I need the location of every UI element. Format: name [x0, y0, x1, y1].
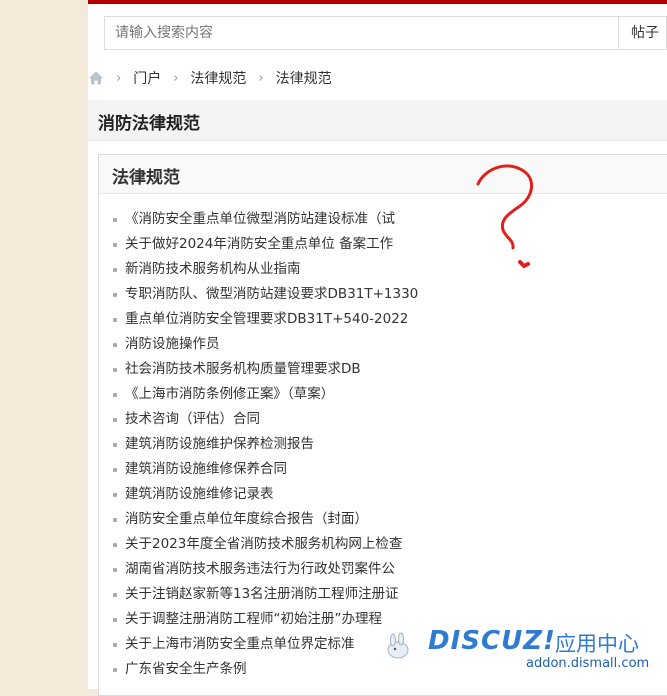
article-link[interactable]: 建筑消防设施维护保养检测报告 — [113, 432, 418, 457]
search-input[interactable] — [104, 16, 618, 50]
page-title: 消防法律规范 — [98, 114, 200, 134]
article-link[interactable]: 关于做好2024年消防安全重点单位 备案工作 — [113, 232, 418, 257]
watermark-url: addon.dismall.com — [526, 656, 650, 671]
article-link[interactable]: 技术咨询（评估）合同 — [113, 407, 418, 432]
main-page: 帖子 › 门户 › 法律规范 › 法律规范 消防法律规范 法律规范 《消防安全重… — [88, 4, 667, 696]
watermark-brand: DISCUZ! — [428, 626, 556, 656]
article-link[interactable]: 社会消防技术服务机构质量管理要求DB — [113, 357, 418, 382]
watermark-label: 应用中心 — [555, 632, 639, 656]
article-link[interactable]: 《消防安全重点单位微型消防站建设标准（试 — [113, 207, 418, 232]
breadcrumb-law-category[interactable]: 法律规范 — [190, 68, 246, 88]
article-list: 《消防安全重点单位微型消防站建设标准（试 关于做好2024年消防安全重点单位 备… — [113, 207, 418, 682]
breadcrumb-separator: › — [173, 70, 179, 86]
home-icon[interactable] — [88, 70, 104, 86]
article-list-header: 法律规范 — [99, 155, 667, 194]
breadcrumb-portal[interactable]: 门户 — [133, 68, 161, 88]
article-link[interactable]: 《上海市消防条例修正案》（草案） — [113, 382, 418, 407]
article-link[interactable]: 关于2023年度全省消防技术服务机构网上检查 — [113, 532, 418, 557]
article-link[interactable]: 消防安全重点单位年度综合报告（封面） — [113, 507, 418, 532]
article-link[interactable]: 重点单位消防安全管理要求DB31T+540-2022 — [113, 307, 418, 332]
article-link[interactable]: 广东省安全生产条例 — [113, 657, 418, 682]
article-link[interactable]: 关于上海市消防安全重点单位界定标准 — [113, 632, 418, 657]
rabbit-logo-icon — [387, 632, 409, 659]
article-link[interactable]: 湖南省消防技术服务违法行为行政处罚案件公 — [113, 557, 418, 582]
article-list-box: 法律规范 《消防安全重点单位微型消防站建设标准（试 关于做好2024年消防安全重… — [98, 154, 667, 696]
article-link[interactable]: 建筑消防设施维修保养合同 — [113, 457, 418, 482]
article-link[interactable]: 关于调整注册消防工程师“初始注册”办理程 — [113, 607, 418, 632]
breadcrumb-separator: › — [116, 70, 122, 86]
breadcrumb-separator: › — [258, 70, 264, 86]
discuz-watermark: DISCUZ! 应用中心 addon.dismall.com — [380, 624, 667, 674]
article-link[interactable]: 专职消防队、微型消防站建设要求DB31T+1330 — [113, 282, 418, 307]
breadcrumb: › 门户 › 法律规范 › 法律规范 — [88, 66, 332, 90]
section-header: 消防法律规范 — [88, 100, 667, 141]
article-list-title[interactable]: 法律规范 — [112, 163, 180, 188]
article-link[interactable]: 关于注销赵家新等13名注册消防工程师注册证 — [113, 582, 418, 607]
search-bar: 帖子 — [104, 16, 667, 52]
search-type-select[interactable]: 帖子 — [618, 16, 667, 50]
article-link[interactable]: 建筑消防设施维修记录表 — [113, 482, 418, 507]
breadcrumb-current[interactable]: 法律规范 — [276, 68, 332, 88]
article-link[interactable]: 新消防技术服务机构从业指南 — [113, 257, 418, 282]
article-link[interactable]: 消防设施操作员 — [113, 332, 418, 357]
